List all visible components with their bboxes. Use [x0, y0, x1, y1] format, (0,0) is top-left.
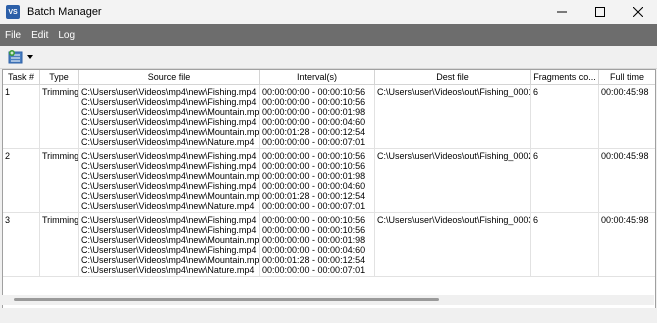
cell-source: C:\Users\user\Videos\mp4\new\Fishing.mp4… [81, 149, 260, 212]
menu-log[interactable]: Log [53, 30, 80, 41]
close-button[interactable] [619, 0, 657, 24]
window-controls [543, 0, 657, 24]
cell-fragments: 6 [531, 213, 599, 276]
col-header-source[interactable]: Source file [79, 70, 260, 85]
minimize-button[interactable] [543, 0, 581, 24]
cell-dest: C:\Users\user\Videos\out\Fishing_0002.mp… [375, 149, 531, 212]
add-task-icon [8, 50, 23, 64]
cell-task: 3 [3, 213, 40, 276]
cell-type: Trimming [40, 85, 79, 148]
app-icon: VS [6, 5, 20, 19]
cell-fragments: 6 [531, 85, 599, 148]
cell-interval: 00:00:00:00 - 00:00:10:56 00:00:00:00 - 0… [260, 85, 375, 148]
cell-interval: 00:00:00:00 - 00:00:10:56 00:00:00:00 - 0… [260, 149, 375, 212]
col-header-type[interactable]: Type [40, 70, 79, 85]
col-header-fragments[interactable]: Fragments co... [531, 70, 599, 85]
col-header-task[interactable]: Task # [3, 70, 40, 85]
cell-interval: 00:00:00:00 - 00:00:10:56 00:00:00:00 - 0… [260, 213, 375, 276]
col-header-fulltime[interactable]: Full time [599, 70, 655, 85]
cell-source: C:\Users\user\Videos\mp4\new\Fishing.mp4… [81, 85, 260, 148]
toolbar [0, 46, 657, 69]
window-title: Batch Manager [27, 6, 102, 18]
cell-task: 1 [3, 85, 40, 148]
cell-fulltime: 00:00:45:98 [601, 87, 649, 97]
title-bar: VS Batch Manager [0, 0, 657, 24]
task-grid: Task # Type Source file Interval(s) Dest… [2, 69, 656, 309]
minimize-icon [557, 11, 567, 13]
chevron-down-icon[interactable] [27, 54, 35, 60]
table-row[interactable]: 1 Trimming C:\Users\user\Videos\mp4\new\… [3, 85, 655, 149]
cell-fulltime: 00:00:45:98 [601, 215, 649, 225]
cell-source: C:\Users\user\Videos\mp4\new\Fishing.mp4… [81, 213, 260, 276]
cell-fulltime: 00:00:45:98 [601, 151, 649, 161]
add-task-button[interactable] [8, 49, 35, 65]
cell-type: Trimming [40, 213, 79, 276]
close-icon [633, 7, 643, 17]
cell-task: 2 [3, 149, 40, 212]
maximize-icon [595, 7, 605, 17]
menu-bar: File Edit Log [0, 24, 657, 46]
col-header-interval[interactable]: Interval(s) [260, 70, 375, 85]
menu-edit[interactable]: Edit [26, 30, 53, 41]
cell-type: Trimming [40, 149, 79, 212]
maximize-button[interactable] [581, 0, 619, 24]
cell-dest: C:\Users\user\Videos\out\Fishing_0003.mp… [375, 213, 531, 276]
status-bar [0, 308, 657, 323]
menu-file[interactable]: File [0, 30, 26, 41]
cell-fragments: 6 [531, 149, 599, 212]
scrollbar-thumb[interactable] [14, 298, 439, 301]
cell-dest: C:\Users\user\Videos\out\Fishing_0001.mp… [375, 85, 531, 148]
col-header-dest[interactable]: Dest file [375, 70, 531, 85]
table-row[interactable]: 3 Trimming C:\Users\user\Videos\mp4\new\… [3, 213, 655, 277]
table-row[interactable]: 2 Trimming C:\Users\user\Videos\mp4\new\… [3, 149, 655, 213]
horizontal-scrollbar[interactable] [2, 295, 654, 305]
